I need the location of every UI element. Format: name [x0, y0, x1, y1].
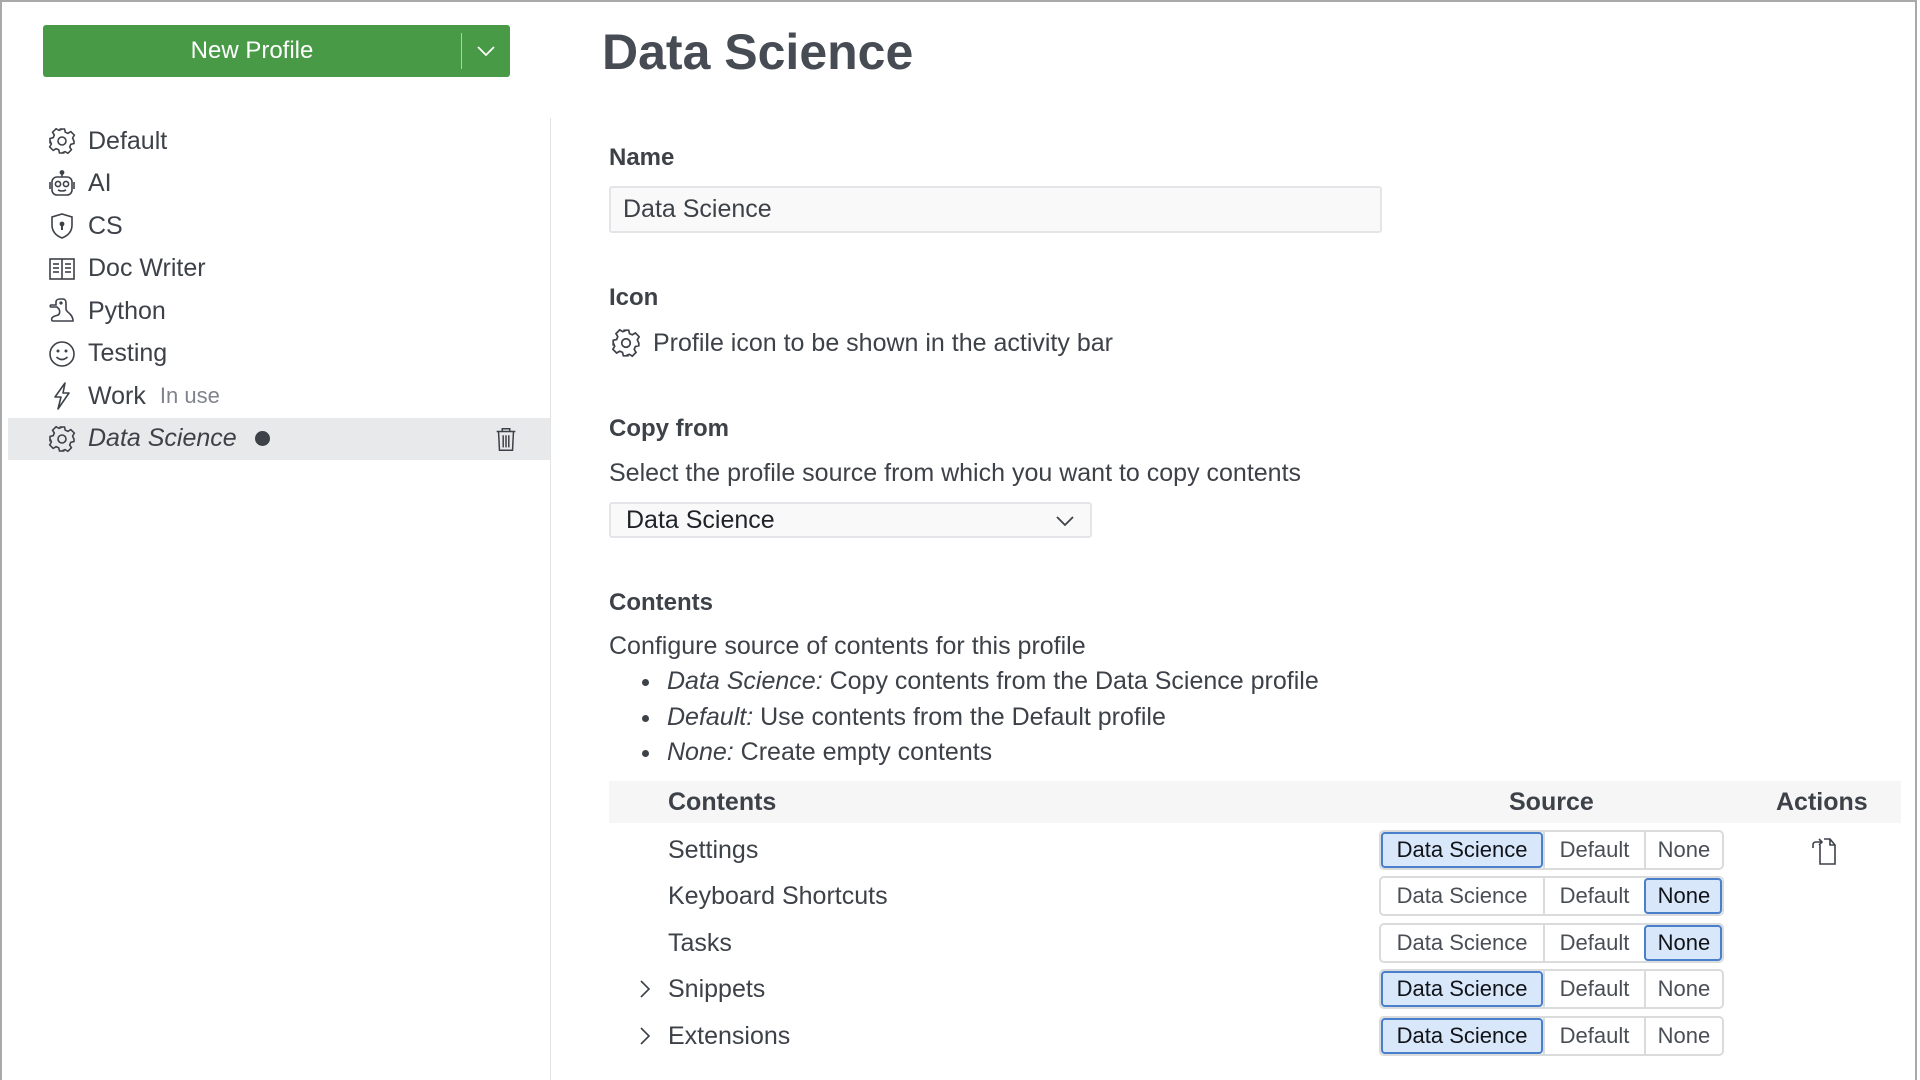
- python-icon: [46, 295, 78, 327]
- source-option-default[interactable]: Default: [1543, 832, 1644, 868]
- sidebar-item-label: AI: [88, 169, 112, 198]
- source-option-data-science[interactable]: Data Science: [1381, 971, 1544, 1007]
- sidebar-item-label: Testing: [88, 339, 168, 368]
- unsaved-indicator-dot: [254, 431, 270, 447]
- table-row: Extensions Data Science Default None: [609, 1013, 1901, 1059]
- source-option-data-science[interactable]: Data Science: [1381, 878, 1543, 914]
- contents-table-header: Contents Source Actions: [609, 781, 1901, 823]
- source-option-data-science[interactable]: Data Science: [1381, 925, 1543, 961]
- sidebar-item-python[interactable]: Python: [8, 290, 550, 333]
- sidebar-item-ai[interactable]: AI: [8, 163, 550, 206]
- profile-name-input[interactable]: [609, 186, 1382, 233]
- copy-from-description: Select the profile source from which you…: [609, 459, 1302, 487]
- copy-from-selected-value: Data Science: [626, 505, 775, 534]
- table-row: Settings Data Science Default None: [609, 827, 1901, 873]
- sidebar-item-label: Python: [88, 296, 166, 325]
- table-row: Keyboard Shortcuts Data Science Default Non…: [609, 873, 1901, 919]
- chevron-down-icon: [477, 46, 495, 57]
- gear-icon: [46, 423, 78, 455]
- list-item: Default: Use contents from the Default p…: [609, 700, 1319, 736]
- source-option-default[interactable]: Default: [1543, 878, 1644, 914]
- shield-lock-icon: [46, 210, 78, 242]
- profiles-list: Default AI CS Doc Writer Python Testing: [8, 120, 550, 460]
- in-use-badge: In use: [159, 383, 220, 409]
- source-option-none[interactable]: None: [1643, 832, 1722, 868]
- sidebar-item-cs[interactable]: CS: [8, 205, 550, 248]
- source-option-default[interactable]: Default: [1543, 1018, 1644, 1054]
- sidebar-item-work[interactable]: Work In use: [8, 375, 550, 418]
- source-segmented-control: Data Science Default None: [1379, 1016, 1724, 1056]
- trash-icon: [496, 427, 516, 451]
- content-name: Tasks: [668, 929, 732, 957]
- icon-row: Profile icon to be shown in the activity…: [609, 326, 1113, 360]
- source-option-none[interactable]: None: [1643, 1018, 1722, 1054]
- new-profile-button[interactable]: New Profile: [43, 25, 461, 77]
- content-name: Settings: [668, 836, 759, 864]
- profile-icon-picker[interactable]: [609, 326, 643, 360]
- source-segmented-control: Data Science Default None: [1379, 923, 1724, 963]
- sidebar-item-testing[interactable]: Testing: [8, 333, 550, 376]
- sidebar-item-label: Data Science: [88, 424, 237, 453]
- gear-icon: [46, 125, 78, 157]
- column-header-source: Source: [1509, 788, 1594, 816]
- contents-options-list: Data Science: Copy contents from the Dat…: [609, 664, 1319, 771]
- sidebar-item-doc-writer[interactable]: Doc Writer: [8, 248, 550, 291]
- copy-from-label: Copy from: [609, 415, 729, 442]
- list-item: Data Science: Copy contents from the Dat…: [609, 664, 1319, 700]
- contents-label: Contents: [609, 589, 713, 616]
- table-row: Snippets Data Science Default None: [609, 966, 1901, 1012]
- table-row: Tasks Data Science Default None: [609, 920, 1901, 966]
- sidebar-divider[interactable]: [550, 118, 551, 1080]
- sidebar-item-label: Work: [88, 381, 146, 410]
- column-header-actions: Actions: [1776, 788, 1868, 816]
- sidebar-item-label: Doc Writer: [88, 254, 206, 283]
- chevron-right-icon[interactable]: [635, 978, 655, 1000]
- icon-description: Profile icon to be shown in the activity…: [653, 328, 1113, 357]
- content-name: Snippets: [668, 975, 766, 1003]
- source-option-data-science[interactable]: Data Science: [1381, 1018, 1544, 1054]
- icon-label: Icon: [609, 284, 659, 311]
- sidebar-item-data-science[interactable]: Data Science: [8, 417, 550, 460]
- delete-profile-button[interactable]: [490, 423, 522, 455]
- lightning-icon: [46, 380, 78, 412]
- source-option-default[interactable]: Default: [1543, 925, 1644, 961]
- source-segmented-control: Data Science Default None: [1379, 969, 1724, 1009]
- content-name: Keyboard Shortcuts: [668, 882, 888, 910]
- name-label: Name: [609, 144, 675, 171]
- content-name: Extensions: [668, 1022, 791, 1050]
- source-option-data-science[interactable]: Data Science: [1381, 832, 1544, 868]
- chevron-right-icon[interactable]: [635, 1025, 655, 1047]
- copy-from-select[interactable]: Data Science: [609, 502, 1092, 538]
- smiley-icon: [46, 338, 78, 370]
- new-profile-split-button: New Profile: [43, 25, 510, 77]
- source-option-none[interactable]: None: [1643, 878, 1722, 914]
- copy-file-icon[interactable]: [1808, 835, 1840, 867]
- source-segmented-control: Data Science Default None: [1379, 876, 1724, 916]
- book-icon: [46, 253, 78, 285]
- source-segmented-control: Data Science Default None: [1379, 830, 1724, 870]
- gear-icon: [611, 328, 641, 358]
- contents-description: Configure source of contents for this pr…: [609, 632, 1086, 660]
- sidebar-item-label: Default: [88, 126, 168, 155]
- source-option-none[interactable]: None: [1643, 971, 1722, 1007]
- column-header-contents: Contents: [668, 788, 777, 816]
- robot-icon: [46, 168, 78, 200]
- list-item: None: Create empty contents: [609, 735, 1319, 771]
- source-option-default[interactable]: Default: [1543, 971, 1644, 1007]
- sidebar-item-default[interactable]: Default: [8, 120, 550, 163]
- new-profile-dropdown-button[interactable]: [462, 25, 510, 77]
- source-option-none[interactable]: None: [1643, 925, 1722, 961]
- page-title: Data Science: [602, 24, 914, 80]
- sidebar-item-label: CS: [88, 211, 123, 240]
- chevron-down-icon: [1056, 516, 1074, 527]
